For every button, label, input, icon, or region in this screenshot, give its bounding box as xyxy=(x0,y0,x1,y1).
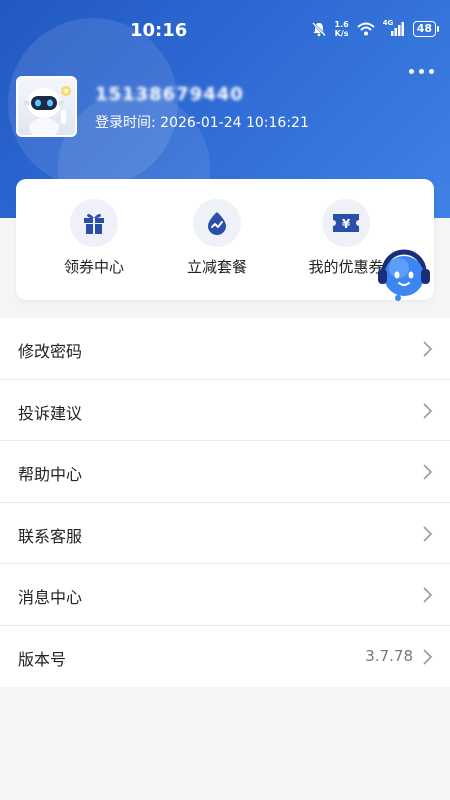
status-time: 10:16 xyxy=(130,20,188,41)
menu-item-message-center[interactable]: 消息中心 xyxy=(0,564,450,626)
svg-text:¥: ¥ xyxy=(342,217,351,231)
status-icons: 1.6 K/s 4G 48 xyxy=(311,19,440,38)
user-phone-number: 15138679440 xyxy=(95,84,244,105)
customer-service-float-button[interactable] xyxy=(372,242,436,306)
login-time-label: 登录时间: xyxy=(95,115,156,131)
menu-item-change-password[interactable]: 修改密码 xyxy=(0,318,450,380)
menu-item-label: 投诉建议 xyxy=(18,403,83,423)
headset-mascot-icon xyxy=(378,249,430,301)
menu-item-complaints[interactable]: 投诉建议 xyxy=(0,380,450,441)
chevron-right-icon xyxy=(423,525,433,542)
menu-item-contact-support[interactable]: 联系客服 xyxy=(0,503,450,564)
wifi-icon xyxy=(357,22,375,36)
menu-item-label: 消息中心 xyxy=(18,588,83,607)
menu-item-label: 联系客服 xyxy=(18,526,83,546)
avatar[interactable] xyxy=(16,76,77,137)
gift-icon xyxy=(84,214,104,234)
mute-bell-icon xyxy=(311,22,326,37)
cellular-signal-icon: 4G xyxy=(383,19,405,36)
chevron-right-icon xyxy=(423,464,433,480)
menu-item-help-center[interactable]: 帮助中心 xyxy=(0,441,450,503)
battery-indicator: 48 xyxy=(412,21,440,37)
menu-item-version[interactable]: 版本号 3.7.78 xyxy=(0,626,450,688)
menu-item-label: 修改密码 xyxy=(18,342,83,361)
more-dot-icon xyxy=(419,69,424,74)
chevron-right-icon xyxy=(423,341,433,357)
last-login-time: 登录时间: 2026-01-24 10:16:21 xyxy=(95,112,309,132)
settings-menu: 修改密码 投诉建议 帮助中心 联系客服 消息中心 版本号 3.7.78 xyxy=(0,318,450,687)
status-bar: 10:16 1.6 K/s 4G 48 xyxy=(0,18,450,46)
more-dot-icon xyxy=(429,69,434,74)
network-speed: 1.6 K/s xyxy=(334,20,349,38)
menu-item-label: 版本号 xyxy=(18,649,67,669)
menu-item-label: 帮助中心 xyxy=(18,465,83,484)
robot-avatar-icon xyxy=(24,86,71,135)
quick-action-coupon-center[interactable]: 领券中心 xyxy=(39,199,149,277)
login-time-value: 2026-01-24 10:16:21 xyxy=(160,115,309,131)
chevron-right-icon xyxy=(423,648,433,665)
quick-action-discount-package[interactable]: 立减套餐 xyxy=(162,199,272,277)
chevron-right-icon xyxy=(423,402,433,419)
trend-icon xyxy=(208,212,226,235)
more-options-button[interactable] xyxy=(409,69,434,74)
quick-action-label: 立减套餐 xyxy=(186,258,247,276)
version-number: 3.7.78 xyxy=(365,646,413,665)
more-dot-icon xyxy=(409,69,414,74)
chevron-right-icon xyxy=(423,587,433,603)
coupon-icon: ¥ xyxy=(333,214,359,232)
quick-action-label: 领券中心 xyxy=(63,258,124,276)
